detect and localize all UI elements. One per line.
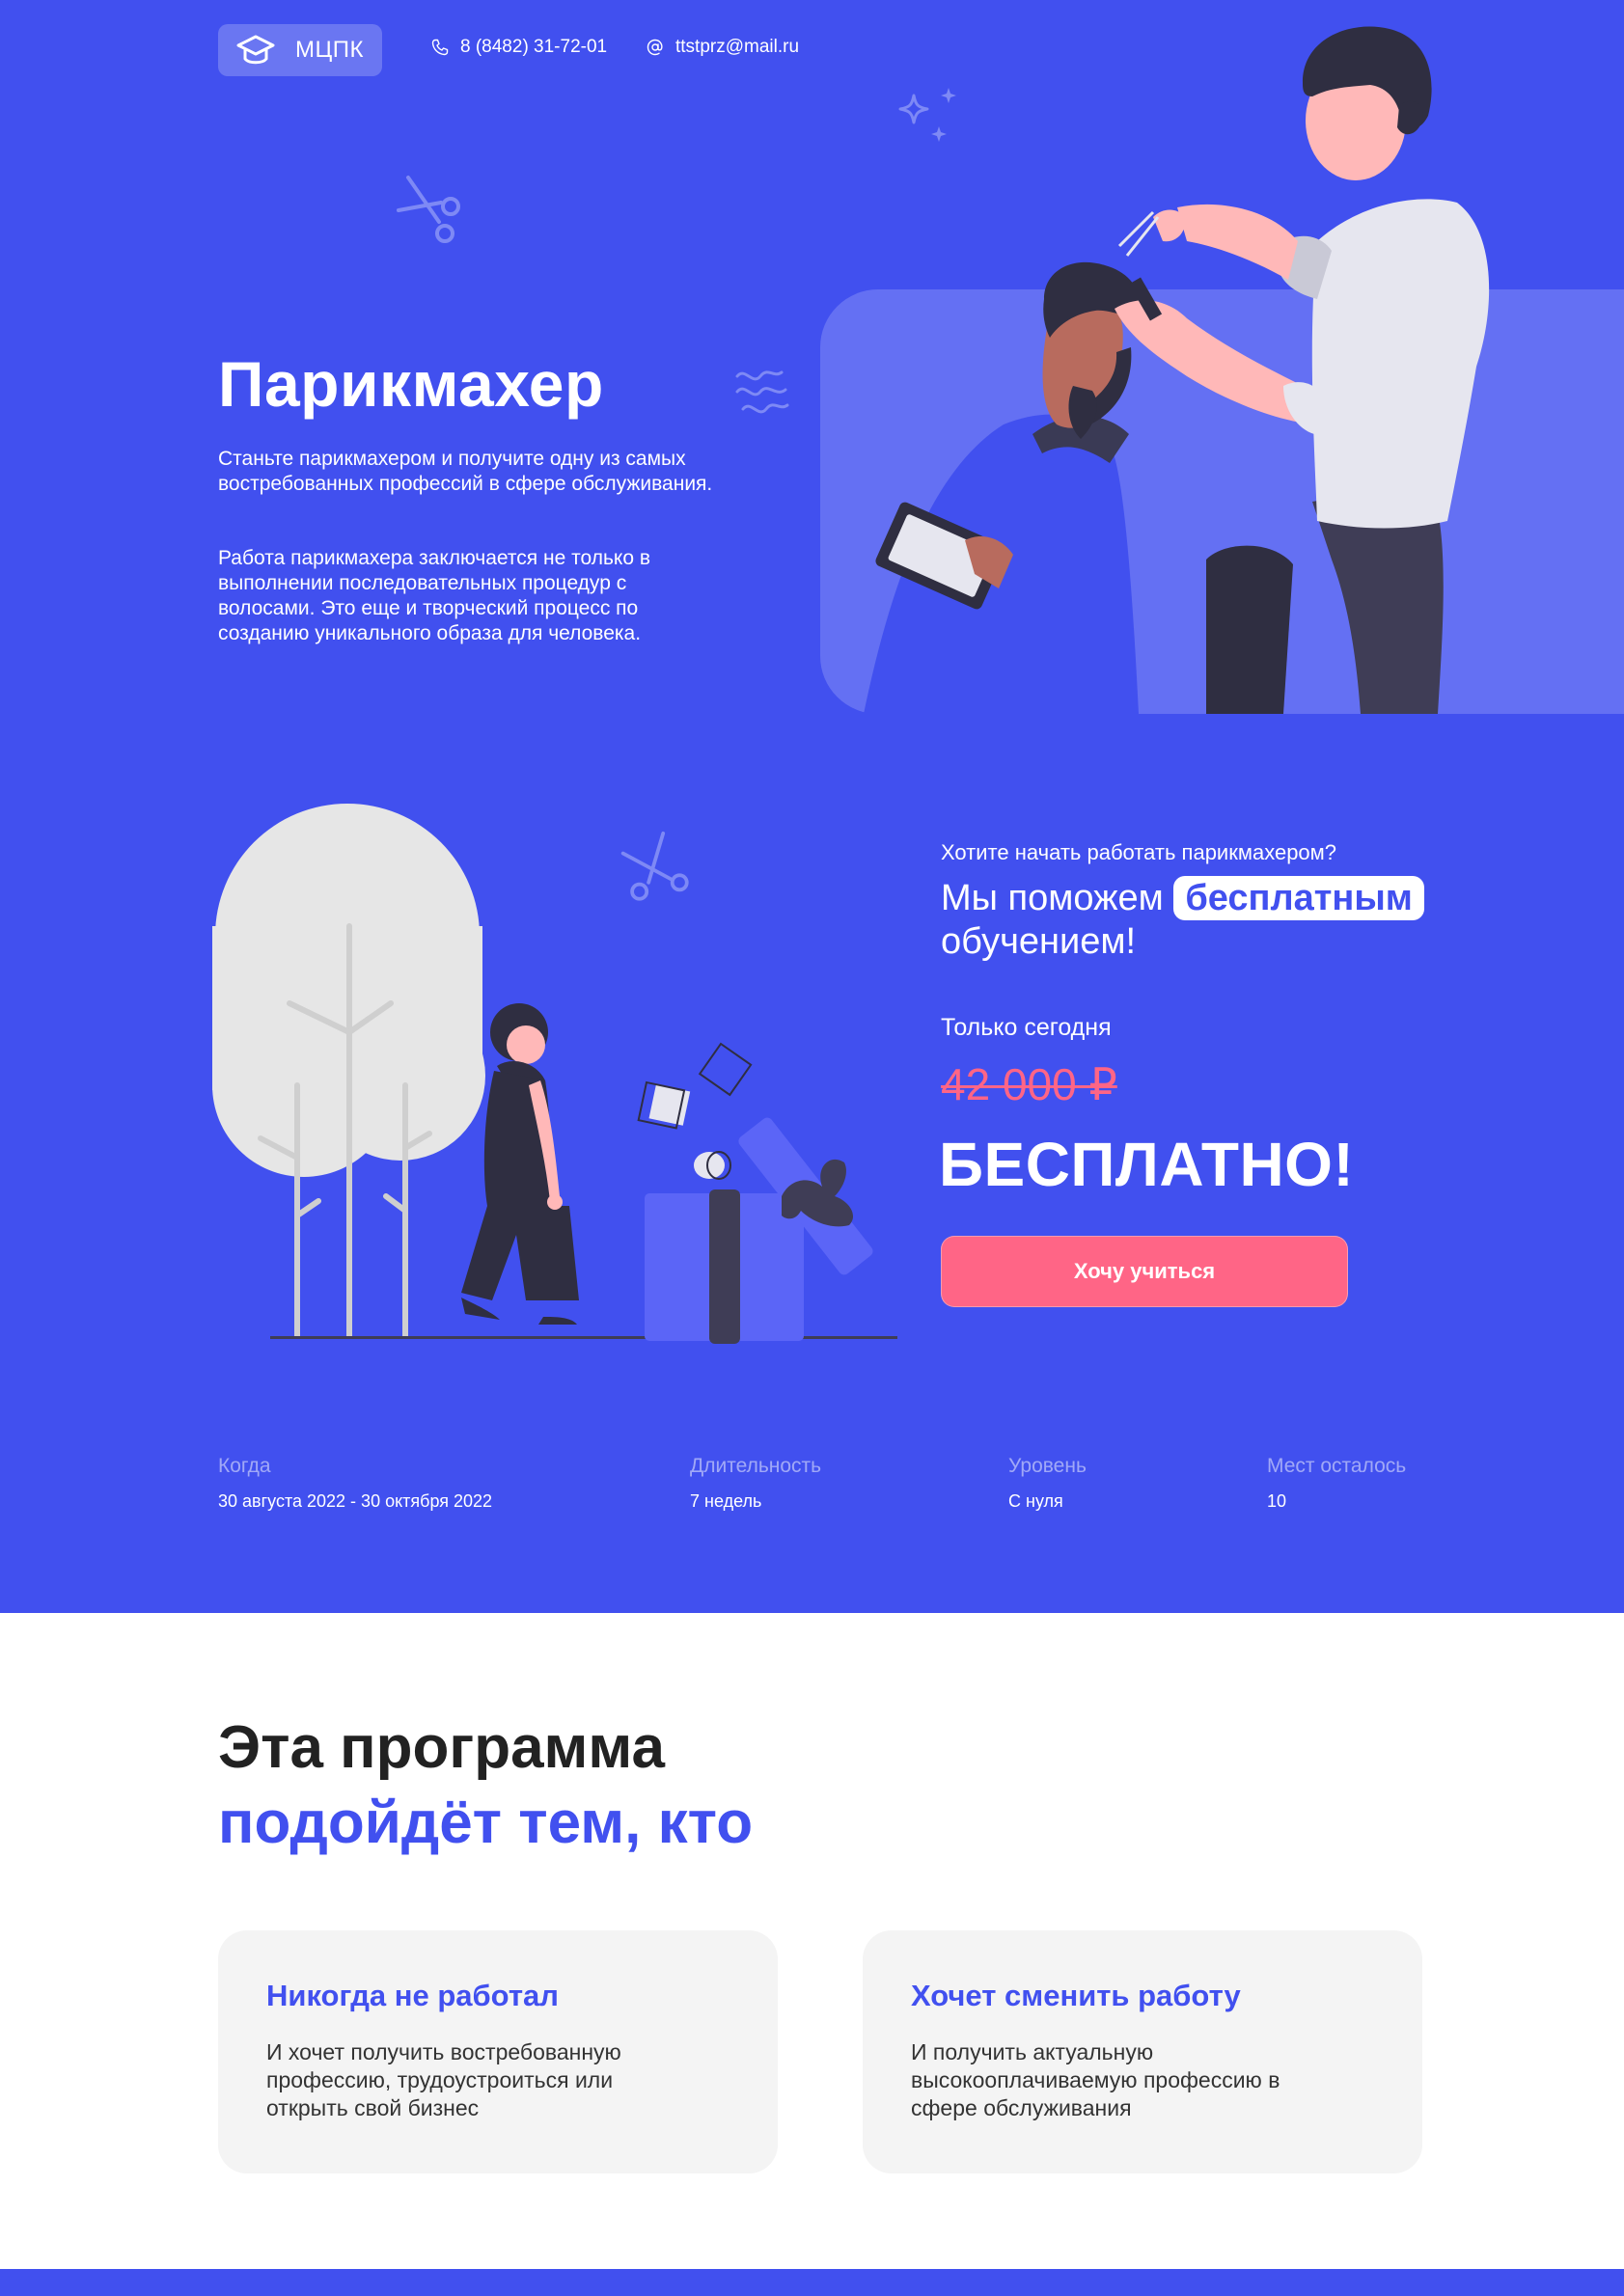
section-title: Эта программа подойдёт тем, кто [218, 1710, 753, 1861]
offer-question: Хотите начать работать парикмахером? [941, 840, 1337, 864]
gift-illustration [212, 804, 897, 1344]
audience-card: Никогда не работал И хочет получить вост… [218, 1930, 778, 2173]
offer-highlight-badge: бесплатным [1173, 876, 1424, 920]
barber-illustration [820, 26, 1624, 714]
card-title: Хочет сменить работу [911, 1979, 1241, 2012]
offer-headline-end: обучением! [941, 921, 1137, 962]
at-sign-icon [647, 39, 663, 56]
card-text: И хочет получить востребованную професси… [266, 2039, 621, 2120]
old-price: 42 000 ₽ [941, 1059, 1117, 1109]
info-value: 7 недель [690, 1491, 762, 1511]
email-link[interactable]: ttstprz@mail.ru [647, 37, 799, 58]
email-text: ttstprz@mail.ru [675, 37, 800, 57]
info-when: Когда 30 августа 2022 - 30 октября 2022 [218, 1455, 492, 1512]
footer-band [0, 2269, 1624, 2296]
info-value: 10 [1267, 1491, 1287, 1511]
info-label: Длительность [690, 1455, 822, 1477]
enroll-button[interactable]: Хочу учиться [941, 1236, 1348, 1307]
hero-intro-text: Станьте парикмахером и получите одну из … [218, 448, 713, 495]
info-label: Когда [218, 1455, 271, 1477]
offer-headline-start: Мы поможем [941, 878, 1164, 918]
hero-description-text: Работа парикмахера заключается не только… [218, 547, 650, 644]
graduation-cap-icon [236, 35, 275, 65]
page-title: Парикмахер [218, 348, 604, 420]
card-text: И получить актуальную высокооплачиваемую… [911, 2039, 1280, 2120]
offer-headline: Мы поможем бесплатным обучением! [941, 876, 1481, 963]
section-title-line2: подойдёт тем, кто [218, 1790, 754, 1856]
offer-today-label: Только сегодня [941, 1014, 1112, 1041]
scissors-icon [397, 176, 460, 243]
info-label: Уровень [1008, 1455, 1087, 1477]
free-label: БЕСПЛАТНО! [939, 1130, 1355, 1199]
info-value: С нуля [1008, 1491, 1063, 1511]
logo[interactable]: МЦПК [218, 24, 382, 76]
logo-text: МЦПК [295, 37, 364, 63]
section-title-line1: Эта программа [218, 1714, 665, 1781]
info-label: Мест осталось [1267, 1455, 1407, 1477]
info-duration: Длительность 7 недель [690, 1455, 821, 1512]
audience-card: Хочет сменить работу И получить актуальн… [863, 1930, 1422, 2173]
phone-text: 8 (8482) 31-72-01 [460, 37, 608, 57]
phone-link[interactable]: 8 (8482) 31-72-01 [431, 37, 607, 58]
info-seats: Мест осталось 10 [1267, 1455, 1406, 1512]
hero-section: МЦПК 8 (8482) 31-72-01 ttstprz@mail.ru П… [0, 0, 1624, 1613]
info-level: Уровень С нуля [1008, 1455, 1087, 1512]
phone-icon [431, 39, 449, 56]
info-value: 30 августа 2022 - 30 октября 2022 [218, 1491, 493, 1511]
card-title: Никогда не работал [266, 1979, 559, 2012]
wave-icon [735, 370, 789, 414]
